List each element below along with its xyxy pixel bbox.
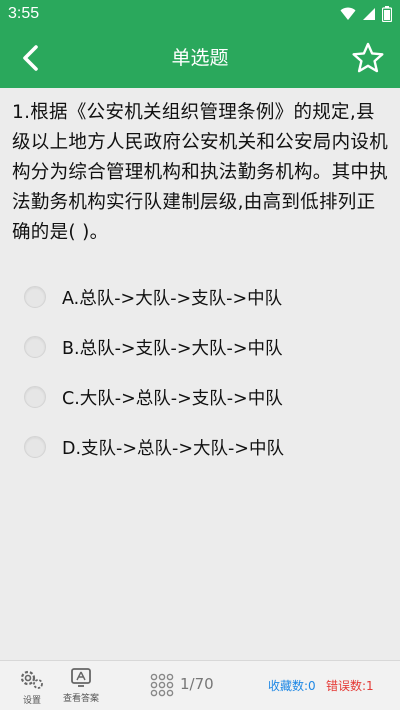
option-d[interactable]: D.支队->总队->大队->中队: [24, 422, 384, 472]
signal-icon: [363, 8, 375, 20]
options-list: A.总队->大队->支队->中队 B.总队->支队->大队->中队 C.大队->…: [24, 272, 384, 472]
status-time: 3:55: [8, 5, 40, 22]
radio-button[interactable]: [24, 286, 46, 308]
settings-button[interactable]: 设置: [12, 667, 52, 706]
back-button[interactable]: [14, 40, 50, 76]
gear-icon: [20, 670, 43, 689]
status-icons: [340, 6, 392, 22]
favorites-count: 收藏数:0: [268, 679, 316, 693]
question-progress[interactable]: 1/70: [180, 675, 214, 693]
question-text: 1.根据《公安机关组织管理条例》的规定,县级以上地方人民政府公安机关和公安局内设…: [12, 102, 389, 243]
option-label: A.总队->大队->支队->中队: [62, 288, 283, 309]
settings-label: 设置: [22, 696, 41, 706]
radio-button[interactable]: [24, 436, 46, 458]
errors-count: 错误数:1: [326, 679, 374, 693]
status-bar: 3:55: [0, 0, 400, 28]
monitor-icon: [71, 668, 91, 687]
battery-icon: [382, 6, 392, 22]
favorite-button[interactable]: [350, 40, 386, 76]
radio-button[interactable]: [24, 336, 46, 358]
view-answer-button[interactable]: 查看答案: [56, 667, 106, 704]
option-label: C.大队->总队->支队->中队: [62, 388, 283, 409]
grid-icon[interactable]: [150, 673, 174, 697]
wifi-icon: [340, 7, 356, 20]
option-label: D.支队->总队->大队->中队: [62, 438, 284, 459]
option-label: B.总队->支队->大队->中队: [62, 338, 283, 359]
option-c[interactable]: C.大队->总队->支队->中队: [24, 372, 384, 422]
radio-button[interactable]: [24, 386, 46, 408]
chevron-left-icon: [23, 45, 38, 71]
bottom-bar: 设置 查看答案 1/70 收藏数:0 错误数:1: [0, 660, 400, 710]
page-title: 单选题: [171, 47, 229, 69]
app-bar: 单选题: [0, 28, 400, 88]
option-a[interactable]: A.总队->大队->支队->中队: [24, 272, 384, 322]
option-b[interactable]: B.总队->支队->大队->中队: [24, 322, 384, 372]
view-answer-label: 查看答案: [62, 694, 99, 704]
star-outline-icon: [352, 42, 384, 73]
